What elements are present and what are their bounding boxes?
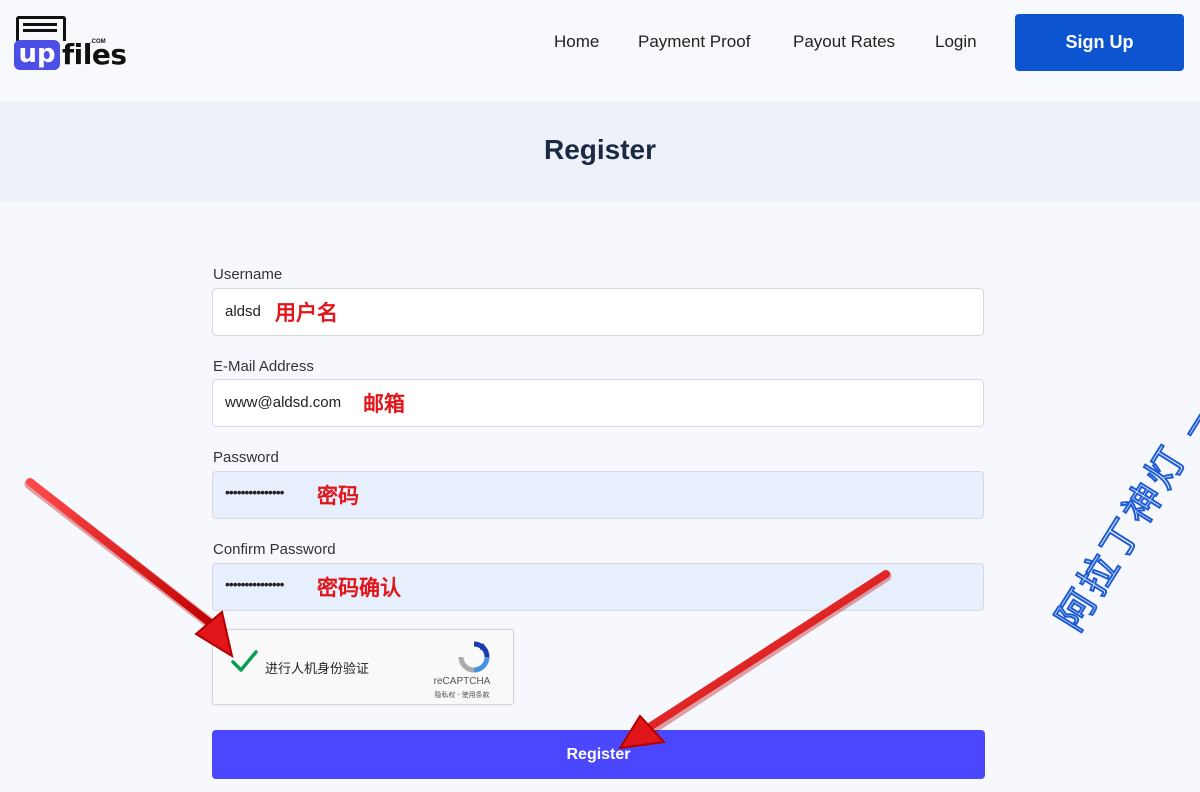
recaptcha-widget: 进行人机身份验证 reCAPTCHA 隐私权 - 使用条款 (212, 629, 514, 705)
folder-icon (16, 16, 66, 41)
register-button[interactable]: Register (212, 730, 985, 779)
recaptcha-brand: reCAPTCHA (433, 676, 491, 687)
username-label: Username (213, 266, 283, 283)
email-field[interactable]: www@aldsd.com 邮箱 (212, 379, 984, 427)
confirm-password-annotation: 密码确认 (317, 575, 401, 600)
page-title: Register (543, 134, 657, 165)
recaptcha-label: 进行人机身份验证 (265, 661, 370, 676)
confirm-password-value: ••••••••••••••• (225, 576, 285, 592)
username-field[interactable]: aldsd 用户名 (212, 288, 984, 336)
upfiles-logo[interactable]: up files .COM (14, 14, 127, 74)
nav-payout-rates[interactable]: Payout Rates (793, 32, 895, 52)
confirm-password-field[interactable]: ••••••••••••••• 密码确认 (212, 563, 984, 611)
recaptcha-terms-link[interactable]: 隐私权 - 使用条款 (418, 690, 506, 700)
sign-up-button[interactable]: Sign Up (1015, 14, 1184, 71)
email-label: E-Mail Address (213, 358, 314, 375)
logo-com: .COM (90, 39, 106, 45)
password-annotation: 密码 (317, 483, 359, 508)
nav-login[interactable]: Login (935, 32, 977, 52)
nav-home[interactable]: Home (554, 32, 599, 52)
email-value: www@aldsd.com (225, 394, 342, 411)
nav-payment-proof[interactable]: Payment Proof (638, 32, 750, 52)
password-label: Password (213, 449, 279, 466)
username-value: aldsd (225, 303, 261, 320)
confirm-password-label: Confirm Password (213, 541, 336, 558)
checkmark-icon[interactable] (229, 646, 259, 676)
recaptcha-icon (458, 641, 490, 673)
password-field[interactable]: ••••••••••••••• 密码 (212, 471, 984, 519)
arrow-to-captcha (24, 478, 234, 659)
email-annotation: 邮箱 (363, 391, 405, 416)
username-annotation: 用户名 (275, 300, 338, 325)
logo-up: up (14, 40, 60, 70)
site-header: up files .COM Home Payment Proof Payout … (0, 0, 1200, 100)
password-value: ••••••••••••••• (225, 484, 285, 500)
watermark: 阿拉丁神灯 — Aldsd.com (1047, 174, 1200, 639)
